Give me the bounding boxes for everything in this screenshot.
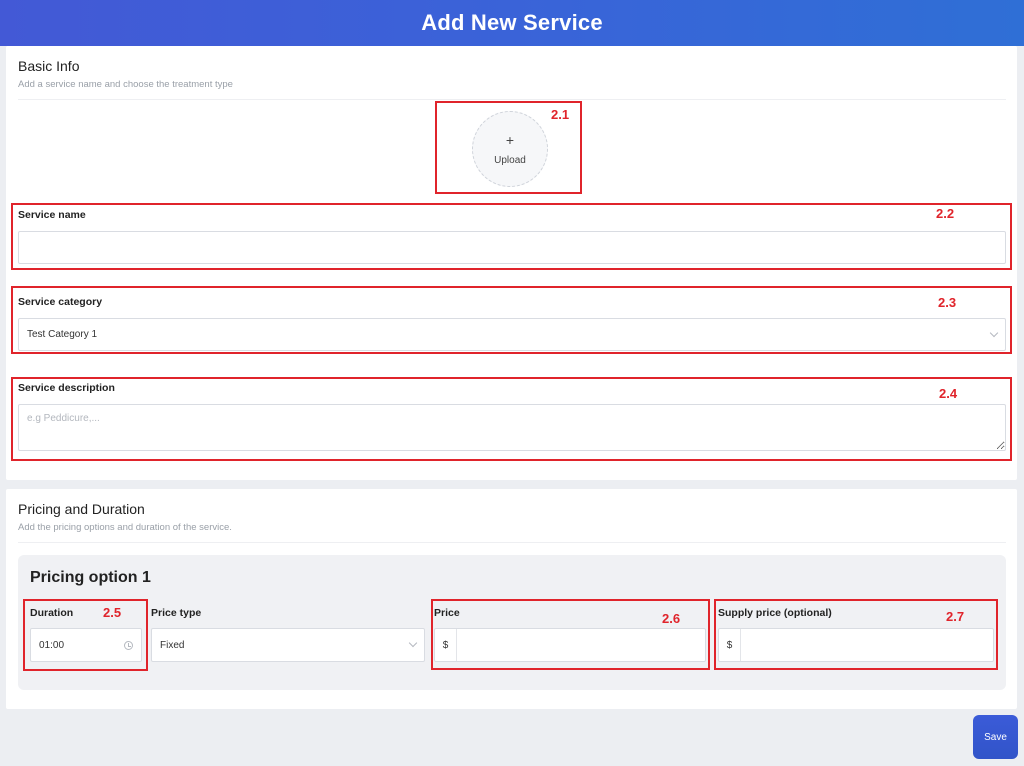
annotation-label: 2.5 [103,605,122,620]
annotation-box-price [431,599,710,670]
annotation-label: 2.2 [936,206,955,221]
annotation-box-service-name [11,203,1012,270]
section-divider [18,542,1006,543]
annotation-label: 2.1 [551,107,570,122]
annotation-label: 2.7 [946,609,965,624]
basic-info-title: Basic Info [18,58,80,74]
page-title: Add New Service [421,10,603,35]
annotation-box-duration [23,599,148,671]
section-divider [18,99,1006,100]
pricing-option-title: Pricing option 1 [30,569,151,586]
basic-info-subtitle: Add a service name and choose the treatm… [18,79,233,90]
pricing-subtitle: Add the pricing options and duration of … [18,522,232,533]
price-type-select[interactable]: Fixed [151,628,425,662]
annotation-label: 2.3 [938,295,957,310]
chevron-down-icon [408,638,418,648]
page-header: Add New Service [0,0,1024,46]
annotation-label: 2.6 [662,611,681,626]
annotation-box-service-description [11,377,1012,461]
pricing-title: Pricing and Duration [18,501,145,517]
price-type-value: Fixed [160,639,185,651]
annotation-label: 2.4 [939,386,958,401]
price-type-label: Price type [151,607,202,619]
save-button[interactable]: Save [973,715,1018,759]
annotation-box-service-category [11,286,1012,354]
